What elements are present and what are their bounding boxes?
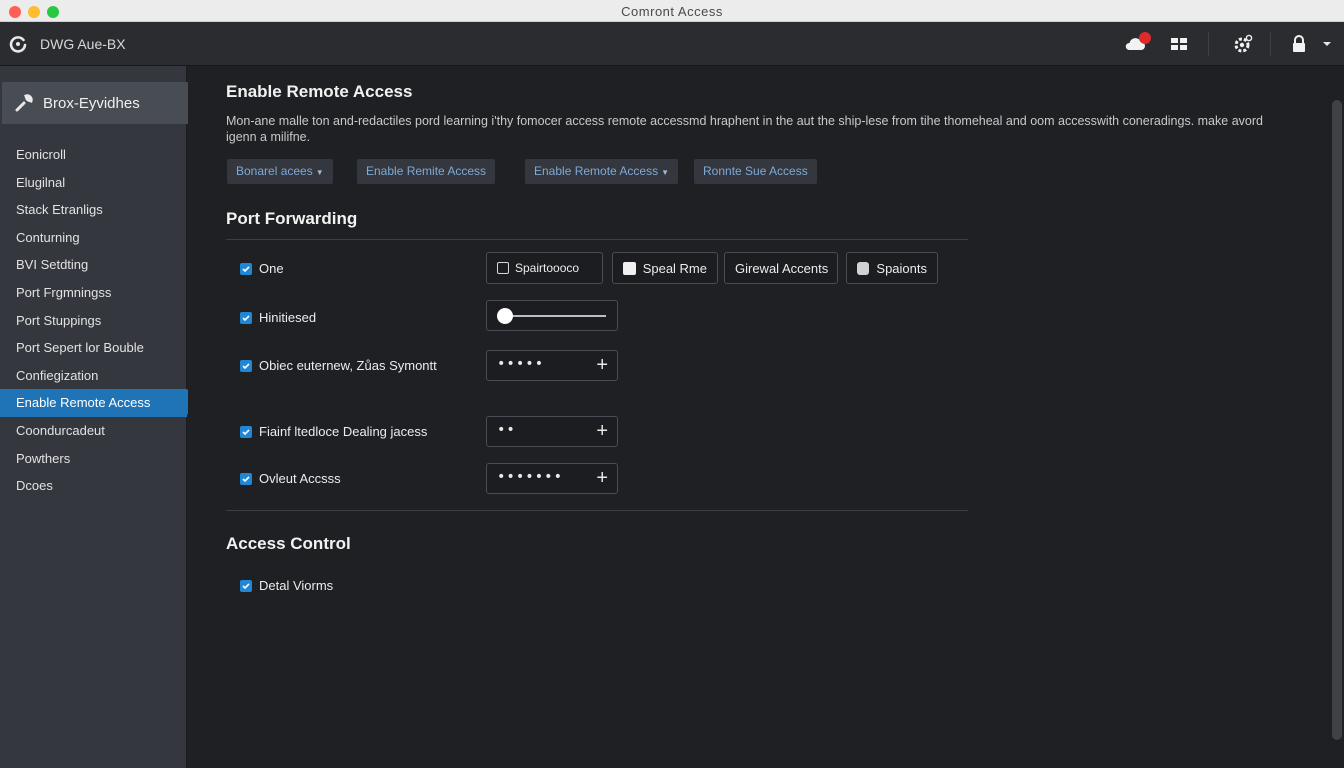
checkbox-row[interactable]: Detal Viorms xyxy=(240,578,333,593)
option-button[interactable]: Girewal Accents xyxy=(724,252,838,284)
option-toggle[interactable]: Spaionts xyxy=(846,252,938,284)
masked-field[interactable]: ••••• + xyxy=(486,350,618,381)
enable-remote-access-button[interactable]: Enable Remite Access xyxy=(357,159,496,184)
checkbox-checked[interactable] xyxy=(240,359,252,372)
header-divider xyxy=(1208,32,1209,56)
toolbar-button-label: Enable Remite Access xyxy=(366,164,487,178)
checkbox-checked[interactable] xyxy=(240,579,252,592)
option-toggle[interactable]: Spairtoooco xyxy=(486,252,603,284)
app-name: DWG Aue-BX xyxy=(40,36,126,52)
checkbox-filled[interactable] xyxy=(623,261,636,275)
masked-field[interactable]: ••••••• + xyxy=(486,463,618,494)
window-titlebar: Comront Access xyxy=(0,0,1344,22)
checkbox-row[interactable]: One xyxy=(240,261,284,276)
section-title-access-control: Access Control xyxy=(226,534,351,553)
option-label: Girewal Accents xyxy=(735,260,829,276)
checkbox-label: Detal Viorms xyxy=(259,578,334,593)
plus-icon[interactable]: + xyxy=(596,354,608,376)
sidebar-item-dcoes[interactable]: Dcoes xyxy=(0,472,187,500)
notification-badge xyxy=(1139,32,1151,44)
app-header: DWG Aue-BX xyxy=(0,22,1344,66)
sidebar-item-powthers[interactable]: Powthers xyxy=(0,445,187,473)
checkbox-grey[interactable] xyxy=(857,261,870,275)
header-divider xyxy=(1270,32,1271,56)
checkbox-label: Obiec euternew, Zůas Symontt xyxy=(259,358,437,373)
window-title: Comront Access xyxy=(621,4,723,19)
option-toggle[interactable]: Speal Rme xyxy=(612,252,718,284)
sidebar-item-port-stuppings[interactable]: Port Stuppings xyxy=(0,307,187,335)
vertical-scrollbar[interactable] xyxy=(1332,100,1342,740)
checkbox-checked[interactable] xyxy=(240,425,252,438)
toolbar-button-label: Ronnte Sue Access xyxy=(703,164,808,178)
sidebar-item-confiegization[interactable]: Confiegization xyxy=(0,362,187,390)
masked-value: •• xyxy=(497,422,516,438)
page-title: Enable Remote Access xyxy=(226,82,413,101)
checkbox-row[interactable]: Obiec euternew, Zůas Symontt xyxy=(240,358,437,373)
sidebar-item-enable-remote-access[interactable]: Enable Remote Access xyxy=(0,389,197,417)
chevron-down-icon[interactable] xyxy=(1316,33,1338,55)
checkbox-row[interactable]: Hinitiesed xyxy=(240,310,316,325)
main-content: Enable Remote Access Mon-ane malle ton a… xyxy=(188,66,1344,768)
device-selector[interactable]: Brox-Eyvidhes xyxy=(2,82,222,124)
enable-remote-access-dropdown[interactable]: Enable Remote Access ▼ xyxy=(525,159,678,184)
checkbox-row[interactable]: Ovleut Accsss xyxy=(240,471,341,486)
sidebar-item-eonicroll[interactable]: Eonicroll xyxy=(0,141,187,169)
option-label: Speal Rme xyxy=(642,260,707,276)
refresh-icon[interactable] xyxy=(8,34,28,54)
device-label: Brox-Eyvidhes xyxy=(43,94,140,112)
masked-value: ••••• xyxy=(497,356,545,372)
sidebar-item-coondurcadeut[interactable]: Coondurcadeut xyxy=(0,417,187,445)
sidebar-item-port-frgmningss[interactable]: Port Frgmningss xyxy=(0,279,187,307)
sidebar-item-port-sepert[interactable]: Port Sepert lor Bouble xyxy=(0,334,187,362)
masked-field[interactable]: •• + xyxy=(486,416,618,447)
section-divider xyxy=(226,239,968,240)
gear-icon[interactable] xyxy=(1232,33,1254,55)
option-label: Spairtoooco xyxy=(515,261,580,275)
plus-icon[interactable]: + xyxy=(596,420,608,442)
toolbar-button-label: Bonarel acees xyxy=(236,164,313,178)
section-title-port-forwarding: Port Forwarding xyxy=(226,209,358,228)
lock-icon[interactable] xyxy=(1288,33,1310,55)
checkbox-row[interactable]: Fiainf ltedloce Dealing jacess xyxy=(240,424,427,439)
plus-icon[interactable]: + xyxy=(596,467,608,489)
sidebar-item-conturning[interactable]: Conturning xyxy=(0,224,187,252)
checkbox-checked[interactable] xyxy=(240,262,252,275)
slider-handle[interactable] xyxy=(497,308,513,324)
chevron-down-icon: ▼ xyxy=(661,168,669,177)
toolbar-button-label: Enable Remote Access xyxy=(534,164,659,178)
sidebar-item-bvi-setdting[interactable]: BVI Setdting xyxy=(0,251,187,279)
slider-control[interactable] xyxy=(486,300,618,331)
sidebar-item-elugilnal[interactable]: Elugilnal xyxy=(0,169,187,197)
slider-track[interactable] xyxy=(505,315,606,317)
remote-access-button[interactable]: Ronnte Sue Access xyxy=(694,159,817,184)
checkbox-checked[interactable] xyxy=(240,472,252,485)
grid-icon[interactable] xyxy=(1168,33,1190,55)
sidebar-item-stack-etranligs[interactable]: Stack Etranligs xyxy=(0,196,187,224)
option-label: Spaionts xyxy=(876,260,927,276)
checkbox-label: Fiainf ltedloce Dealing jacess xyxy=(259,424,428,439)
toolbar-dropdown-button[interactable]: Bonarel acees ▼ xyxy=(227,159,333,184)
sidebar: Brox-Eyvidhes Eonicroll Elugilnal Stack … xyxy=(0,66,222,768)
checkbox-label: One xyxy=(259,261,284,276)
masked-value: ••••••• xyxy=(497,469,564,485)
checkbox-label: Ovleut Accsss xyxy=(259,471,341,486)
section-divider xyxy=(226,510,968,511)
wrench-icon xyxy=(15,94,33,112)
page-description: Mon-ane malle ton and-redactiles pord le… xyxy=(226,114,1263,144)
sidebar-nav: Eonicroll Elugilnal Stack Etranligs Cont… xyxy=(0,141,197,500)
chevron-down-icon: ▼ xyxy=(315,168,324,177)
checkbox-label: Hinitiesed xyxy=(259,310,317,325)
checkbox-unchecked[interactable] xyxy=(497,262,509,274)
checkbox-checked[interactable] xyxy=(240,311,252,324)
